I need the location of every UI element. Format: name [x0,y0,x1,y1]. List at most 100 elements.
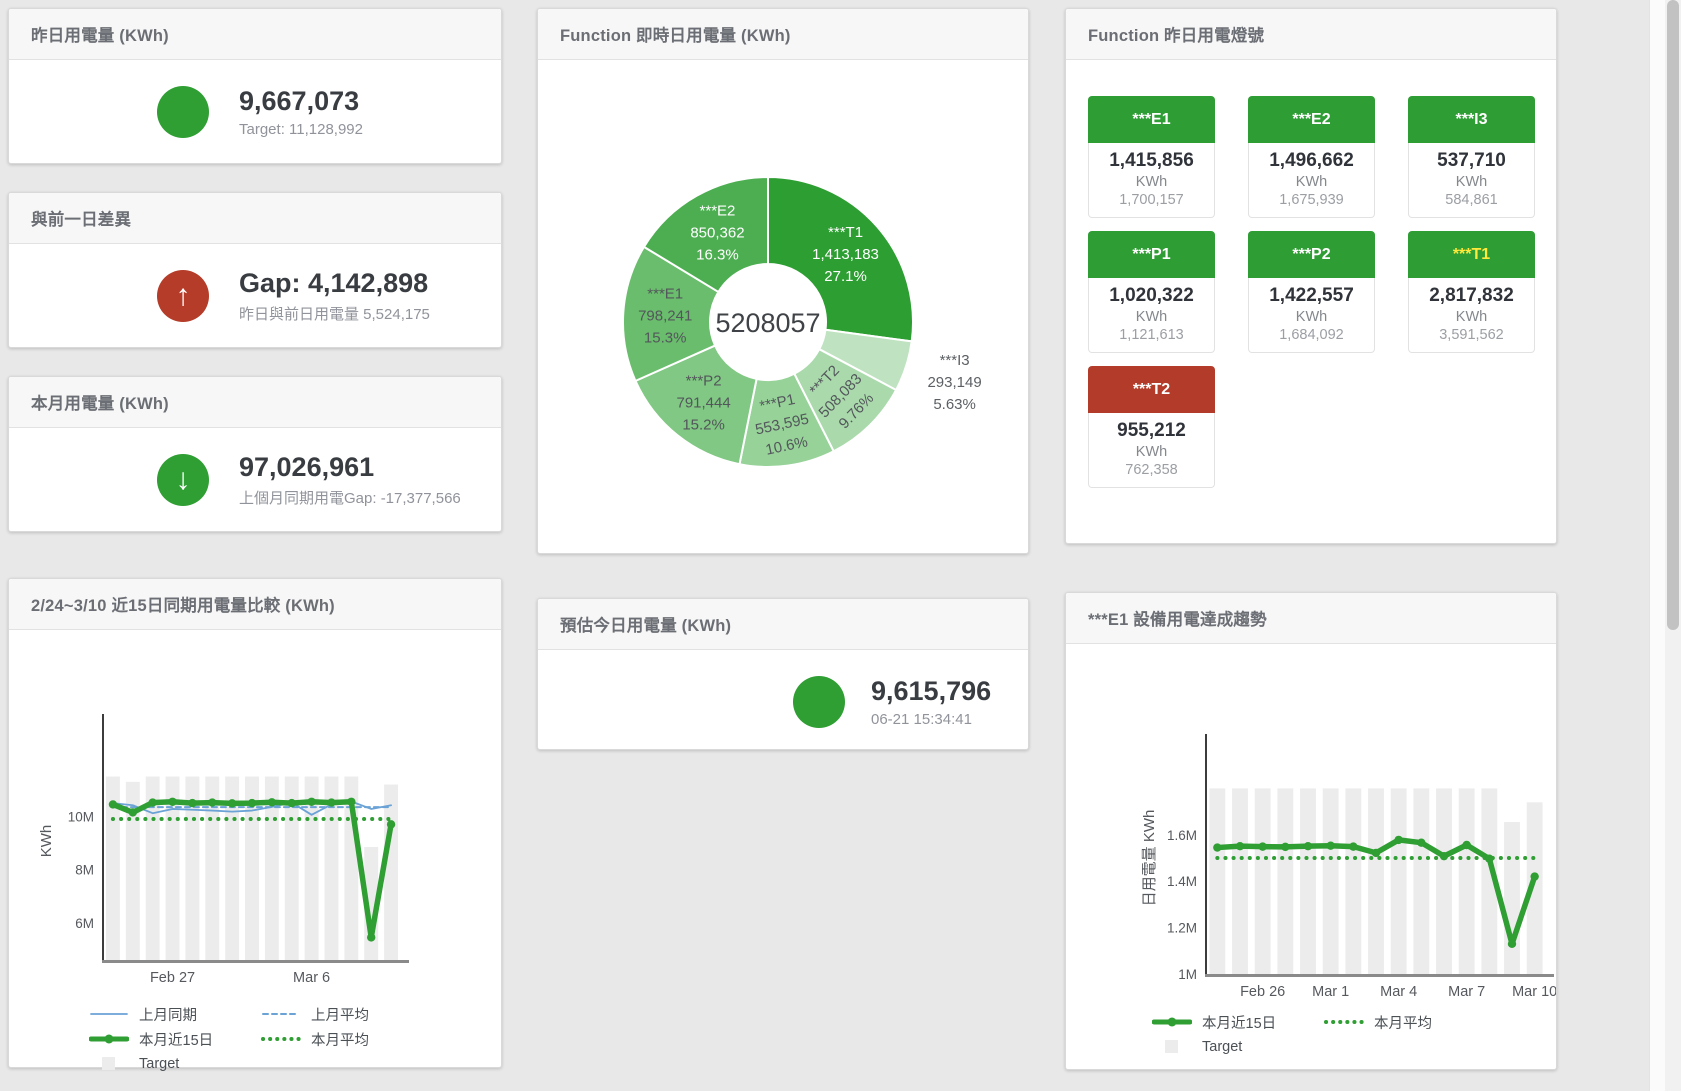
tile-unit: KWh [1412,174,1531,190]
stat-body: 9,667,073 Target: 11,128,992 [9,60,501,164]
tile-value: 955,212 [1092,420,1211,442]
compare-line-chart: 6M8M10MKWhFeb 27Mar 6 [9,630,501,998]
legend-bar-swatch [102,1057,115,1070]
tile-unit: KWh [1252,309,1371,325]
legend-row: Target [1152,1036,1556,1058]
panel-title: 預估今日用電量 (KWh) [560,612,731,636]
tile-body: 537,710KWh584,861 [1408,143,1535,218]
target-bar [1436,788,1452,974]
tile-name: ***E2 [1248,96,1375,143]
tile-target-value: 1,675,939 [1252,192,1371,208]
series-marker [1394,836,1402,844]
target-bar [1255,788,1271,974]
legend-item[interactable]: 本月近15日 [89,1028,261,1050]
page-scrollbar[interactable] [1665,0,1681,1091]
series-marker [109,800,117,808]
x-tick-label: Mar 7 [1448,984,1485,1000]
panel-header: 本月用電量 (KWh) [9,377,501,428]
y-tick-label: 1.4M [1167,874,1197,889]
series-marker [268,798,276,806]
legend-item[interactable]: 本月平均 [261,1028,433,1050]
light-tile-E2: ***E21,496,662KWh1,675,939 [1248,96,1375,218]
panel-month-usage: 本月用電量 (KWh) ↓ 97,026,961 上個月同期用電Gap: -17… [8,376,502,532]
x-tick-label: Feb 26 [1240,984,1285,1000]
stat-subtitle: 昨日與前日用電量 5,524,175 [239,303,430,324]
stat-body: ↑ Gap: 4,142,898 昨日與前日用電量 5,524,175 [9,244,501,348]
y-tick-label: 1.6M [1167,828,1197,843]
series-marker [1440,852,1448,860]
tile-target-value: 3,591,562 [1412,327,1531,343]
scrollbar-thumb[interactable] [1667,0,1679,630]
y-axis-title: KWh [38,825,55,858]
light-tile-T2: ***T2955,212KWh762,358 [1088,366,1215,488]
page-right-gutter [1649,0,1665,1091]
x-tick-label: Mar 6 [293,970,330,986]
series-marker [1530,872,1538,880]
panel-title: 本月用電量 (KWh) [31,390,169,414]
tile-body: 955,212KWh762,358 [1088,413,1215,488]
stat-subtitle: Target: 11,128,992 [239,121,363,138]
panel-title: ***E1 設備用電達成趨勢 [1088,606,1267,630]
legend-item[interactable]: 上月同期 [89,1003,261,1025]
compare-chart-legend: 上月同期上月平均本月近15日 本月平均 Target [9,1003,501,1075]
tile-value: 2,817,832 [1412,285,1531,307]
tile-name: ***P1 [1088,231,1215,278]
panel-title: 與前一日差異 [31,206,131,230]
series-marker [148,798,156,806]
target-bar [1459,788,1475,974]
tile-target-value: 1,684,092 [1252,327,1371,343]
stat-subtitle: 上個月同期用電Gap: -17,377,566 [239,487,461,508]
series-marker [228,799,236,807]
target-bar [1300,788,1316,974]
series-marker [307,798,315,806]
stat-subtitle: 06-21 15:34:41 [871,711,991,728]
target-bar [1345,788,1361,974]
panel-header: ***E1 設備用電達成趨勢 [1066,593,1556,644]
panel-title: Function 即時日用電量 (KWh) [560,22,791,46]
dashboard: 昨日用電量 (KWh) 9,667,073 Target: 11,128,992… [0,0,1681,1091]
legend-label: Target [139,1056,179,1072]
legend-label: 本月平均 [1374,1012,1432,1033]
panel-header: 2/24~3/10 近15日同期用電量比較 (KWh) [9,579,501,630]
legend-label: 本月平均 [311,1029,369,1050]
y-tick-label: 10M [68,809,94,824]
e1-trend-line-chart: 1M1.2M1.4M1.6M日用電量 KWhFeb 26Mar 1Mar 4Ma… [1066,644,1556,1006]
legend-label: 本月近15日 [139,1029,213,1050]
series-marker [1485,854,1493,862]
status-circle-icon [793,676,845,728]
stat-value: Gap: 4,142,898 [239,268,430,299]
legend-item[interactable]: 上月平均 [261,1003,433,1025]
panel-title: 2/24~3/10 近15日同期用電量比較 (KWh) [31,592,335,616]
tile-value: 1,422,557 [1252,285,1371,307]
light-tile-I3: ***I3537,710KWh584,861 [1408,96,1535,218]
light-tile-T1: ***T1 2,817,832 KWh 3,591,562 [1408,231,1535,353]
legend-item[interactable]: Target [89,1053,261,1075]
series-marker [208,798,216,806]
arrow-up-icon: ↑ [157,270,209,322]
x-tick-label: Mar 1 [1312,984,1349,1000]
panel-realtime-donut: Function 即時日用電量 (KWh) ***T11,413,18327.1… [537,8,1029,554]
legend-item[interactable]: Target [1152,1036,1324,1058]
usage-donut-chart: ***T11,413,18327.1%***I3293,1495.63%***T… [538,60,1028,494]
series-marker [1508,940,1516,948]
legend-swatch [1152,1015,1192,1029]
light-tiles: ***E11,415,856KWh1,700,157***E21,496,662… [1066,60,1556,488]
panel-header: Function 昨日用電燈號 [1066,9,1556,60]
x-tick-label: Mar 4 [1380,984,1417,1000]
tile-target-value: 1,700,157 [1092,192,1211,208]
legend-swatch [261,1032,301,1046]
panel-yesterday-usage: 昨日用電量 (KWh) 9,667,073 Target: 11,128,992 [8,8,502,164]
tile-unit: KWh [1412,309,1531,325]
legend-item[interactable]: 本月近15日 [1152,1011,1324,1033]
series-marker [188,799,196,807]
light-tile-E1: ***E11,415,856KWh1,700,157 [1088,96,1215,218]
tile-value: 1,415,856 [1092,150,1211,172]
target-bar [1209,788,1225,974]
target-bar [1368,788,1384,974]
tile-unit: KWh [1092,174,1211,190]
y-tick-label: 8M [75,863,94,878]
tile-body: 2,817,832 KWh 3,591,562 [1408,278,1535,353]
arrow-down-icon: ↓ [157,454,209,506]
tile-name: ***T1 [1408,231,1535,278]
legend-item[interactable]: 本月平均 [1324,1011,1496,1033]
